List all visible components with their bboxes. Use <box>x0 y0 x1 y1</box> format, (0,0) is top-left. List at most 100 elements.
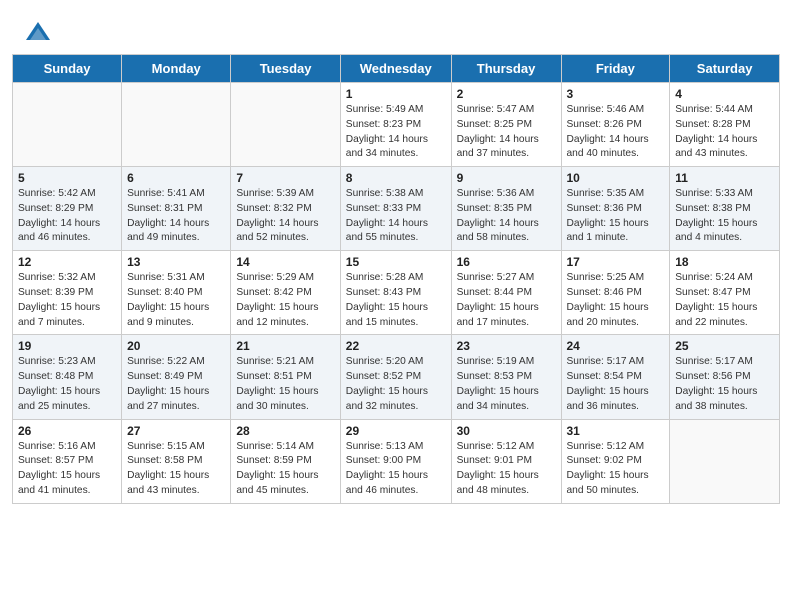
day-info: Sunrise: 5:23 AM Sunset: 8:48 PM Dayligh… <box>18 355 116 414</box>
calendar-day-cell: 19 Sunrise: 5:23 AM Sunset: 8:48 PM Dayli… <box>13 335 122 419</box>
day-info: Sunrise: 5:38 AM Sunset: 8:33 PM Dayligh… <box>346 187 446 246</box>
day-info: Sunrise: 5:14 AM Sunset: 8:59 PM Dayligh… <box>236 440 334 499</box>
day-number: 18 <box>675 255 774 269</box>
calendar-day-cell: 7 Sunrise: 5:39 AM Sunset: 8:32 PM Daylig… <box>231 167 340 251</box>
calendar-header-row: SundayMondayTuesdayWednesdayThursdayFrid… <box>13 55 780 83</box>
day-number: 5 <box>18 171 116 185</box>
day-number: 6 <box>127 171 225 185</box>
day-info: Sunrise: 5:22 AM Sunset: 8:49 PM Dayligh… <box>127 355 225 414</box>
calendar-day-cell: 8 Sunrise: 5:38 AM Sunset: 8:33 PM Daylig… <box>340 167 451 251</box>
calendar-day-cell: 24Sunrise: 5:17 AM Sunset: 8:54 PM Dayli… <box>561 335 670 419</box>
calendar-day-cell: 11Sunrise: 5:33 AM Sunset: 8:38 PM Dayli… <box>670 167 780 251</box>
calendar-day-cell: 27 Sunrise: 5:15 AM Sunset: 8:58 PM Dayli… <box>122 419 231 503</box>
calendar-day-cell: 1 Sunrise: 5:49 AM Sunset: 8:23 PM Daylig… <box>340 83 451 167</box>
day-number: 28 <box>236 424 334 438</box>
calendar-day-cell: 10 Sunrise: 5:35 AM Sunset: 8:36 PM Dayli… <box>561 167 670 251</box>
day-info: Sunrise: 5:31 AM Sunset: 8:40 PM Dayligh… <box>127 271 225 330</box>
day-info: Sunrise: 5:36 AM Sunset: 8:35 PM Dayligh… <box>457 187 556 246</box>
calendar-table: SundayMondayTuesdayWednesdayThursdayFrid… <box>12 54 780 504</box>
calendar-week-row: 19 Sunrise: 5:23 AM Sunset: 8:48 PM Dayli… <box>13 335 780 419</box>
day-info: Sunrise: 5:27 AM Sunset: 8:44 PM Dayligh… <box>457 271 556 330</box>
calendar-header-wednesday: Wednesday <box>340 55 451 83</box>
day-info: Sunrise: 5:33 AM Sunset: 8:38 PM Dayligh… <box>675 187 774 246</box>
calendar-day-cell: 30 Sunrise: 5:12 AM Sunset: 9:01 PM Dayli… <box>451 419 561 503</box>
calendar-day-cell: 25Sunrise: 5:17 AM Sunset: 8:56 PM Dayli… <box>670 335 780 419</box>
calendar-week-row: 5 Sunrise: 5:42 AM Sunset: 8:29 PM Daylig… <box>13 167 780 251</box>
day-info: Sunrise: 5:47 AM Sunset: 8:25 PM Dayligh… <box>457 103 556 162</box>
calendar-day-cell: 13 Sunrise: 5:31 AM Sunset: 8:40 PM Dayli… <box>122 251 231 335</box>
calendar-day-cell: 15Sunrise: 5:28 AM Sunset: 8:43 PM Dayli… <box>340 251 451 335</box>
day-info: Sunrise: 5:12 AM Sunset: 9:01 PM Dayligh… <box>457 440 556 499</box>
day-number: 2 <box>457 87 556 101</box>
calendar-week-row: 12 Sunrise: 5:32 AM Sunset: 8:39 PM Dayli… <box>13 251 780 335</box>
day-number: 17 <box>567 255 665 269</box>
calendar-day-cell <box>670 419 780 503</box>
day-number: 4 <box>675 87 774 101</box>
calendar-day-cell <box>231 83 340 167</box>
calendar-day-cell: 23Sunrise: 5:19 AM Sunset: 8:53 PM Dayli… <box>451 335 561 419</box>
day-info: Sunrise: 5:25 AM Sunset: 8:46 PM Dayligh… <box>567 271 665 330</box>
calendar-day-cell <box>13 83 122 167</box>
calendar-day-cell: 29 Sunrise: 5:13 AM Sunset: 9:00 PM Dayli… <box>340 419 451 503</box>
day-info: Sunrise: 5:44 AM Sunset: 8:28 PM Dayligh… <box>675 103 774 162</box>
day-number: 7 <box>236 171 334 185</box>
calendar-day-cell: 26 Sunrise: 5:16 AM Sunset: 8:57 PM Dayli… <box>13 419 122 503</box>
day-info: Sunrise: 5:24 AM Sunset: 8:47 PM Dayligh… <box>675 271 774 330</box>
day-info: Sunrise: 5:15 AM Sunset: 8:58 PM Dayligh… <box>127 440 225 499</box>
calendar-day-cell: 14Sunrise: 5:29 AM Sunset: 8:42 PM Dayli… <box>231 251 340 335</box>
calendar-header-friday: Friday <box>561 55 670 83</box>
calendar-day-cell: 3Sunrise: 5:46 AM Sunset: 8:26 PM Daylig… <box>561 83 670 167</box>
day-info: Sunrise: 5:16 AM Sunset: 8:57 PM Dayligh… <box>18 440 116 499</box>
calendar-day-cell: 28 Sunrise: 5:14 AM Sunset: 8:59 PM Dayli… <box>231 419 340 503</box>
logo <box>24 18 56 46</box>
day-number: 14 <box>236 255 334 269</box>
day-number: 19 <box>18 339 116 353</box>
day-info: Sunrise: 5:13 AM Sunset: 9:00 PM Dayligh… <box>346 440 446 499</box>
calendar-day-cell: 22 Sunrise: 5:20 AM Sunset: 8:52 PM Dayli… <box>340 335 451 419</box>
day-number: 10 <box>567 171 665 185</box>
day-info: Sunrise: 5:49 AM Sunset: 8:23 PM Dayligh… <box>346 103 446 162</box>
day-number: 25 <box>675 339 774 353</box>
calendar-wrapper: SundayMondayTuesdayWednesdayThursdayFrid… <box>0 54 792 516</box>
day-info: Sunrise: 5:32 AM Sunset: 8:39 PM Dayligh… <box>18 271 116 330</box>
calendar-week-row: 1 Sunrise: 5:49 AM Sunset: 8:23 PM Daylig… <box>13 83 780 167</box>
day-number: 26 <box>18 424 116 438</box>
day-number: 8 <box>346 171 446 185</box>
day-number: 3 <box>567 87 665 101</box>
calendar-day-cell: 21 Sunrise: 5:21 AM Sunset: 8:51 PM Dayli… <box>231 335 340 419</box>
logo-icon <box>24 18 52 46</box>
calendar-day-cell: 9 Sunrise: 5:36 AM Sunset: 8:35 PM Daylig… <box>451 167 561 251</box>
calendar-day-cell: 16Sunrise: 5:27 AM Sunset: 8:44 PM Dayli… <box>451 251 561 335</box>
day-info: Sunrise: 5:17 AM Sunset: 8:54 PM Dayligh… <box>567 355 665 414</box>
day-info: Sunrise: 5:39 AM Sunset: 8:32 PM Dayligh… <box>236 187 334 246</box>
day-number: 13 <box>127 255 225 269</box>
calendar-day-cell: 31 Sunrise: 5:12 AM Sunset: 9:02 PM Dayli… <box>561 419 670 503</box>
day-number: 23 <box>457 339 556 353</box>
day-info: Sunrise: 5:28 AM Sunset: 8:43 PM Dayligh… <box>346 271 446 330</box>
day-info: Sunrise: 5:41 AM Sunset: 8:31 PM Dayligh… <box>127 187 225 246</box>
calendar-day-cell: 12 Sunrise: 5:32 AM Sunset: 8:39 PM Dayli… <box>13 251 122 335</box>
calendar-week-row: 26 Sunrise: 5:16 AM Sunset: 8:57 PM Dayli… <box>13 419 780 503</box>
day-info: Sunrise: 5:21 AM Sunset: 8:51 PM Dayligh… <box>236 355 334 414</box>
day-number: 30 <box>457 424 556 438</box>
calendar-header-sunday: Sunday <box>13 55 122 83</box>
day-info: Sunrise: 5:35 AM Sunset: 8:36 PM Dayligh… <box>567 187 665 246</box>
day-number: 1 <box>346 87 446 101</box>
day-number: 27 <box>127 424 225 438</box>
calendar-day-cell: 5 Sunrise: 5:42 AM Sunset: 8:29 PM Daylig… <box>13 167 122 251</box>
day-info: Sunrise: 5:42 AM Sunset: 8:29 PM Dayligh… <box>18 187 116 246</box>
calendar-day-cell: 17 Sunrise: 5:25 AM Sunset: 8:46 PM Dayli… <box>561 251 670 335</box>
day-number: 20 <box>127 339 225 353</box>
day-number: 31 <box>567 424 665 438</box>
calendar-day-cell: 4 Sunrise: 5:44 AM Sunset: 8:28 PM Daylig… <box>670 83 780 167</box>
day-number: 12 <box>18 255 116 269</box>
day-number: 29 <box>346 424 446 438</box>
day-number: 21 <box>236 339 334 353</box>
calendar-day-cell: 18 Sunrise: 5:24 AM Sunset: 8:47 PM Dayli… <box>670 251 780 335</box>
day-info: Sunrise: 5:12 AM Sunset: 9:02 PM Dayligh… <box>567 440 665 499</box>
calendar-day-cell: 20 Sunrise: 5:22 AM Sunset: 8:49 PM Dayli… <box>122 335 231 419</box>
day-number: 9 <box>457 171 556 185</box>
day-info: Sunrise: 5:20 AM Sunset: 8:52 PM Dayligh… <box>346 355 446 414</box>
day-number: 22 <box>346 339 446 353</box>
page-header <box>0 0 792 54</box>
